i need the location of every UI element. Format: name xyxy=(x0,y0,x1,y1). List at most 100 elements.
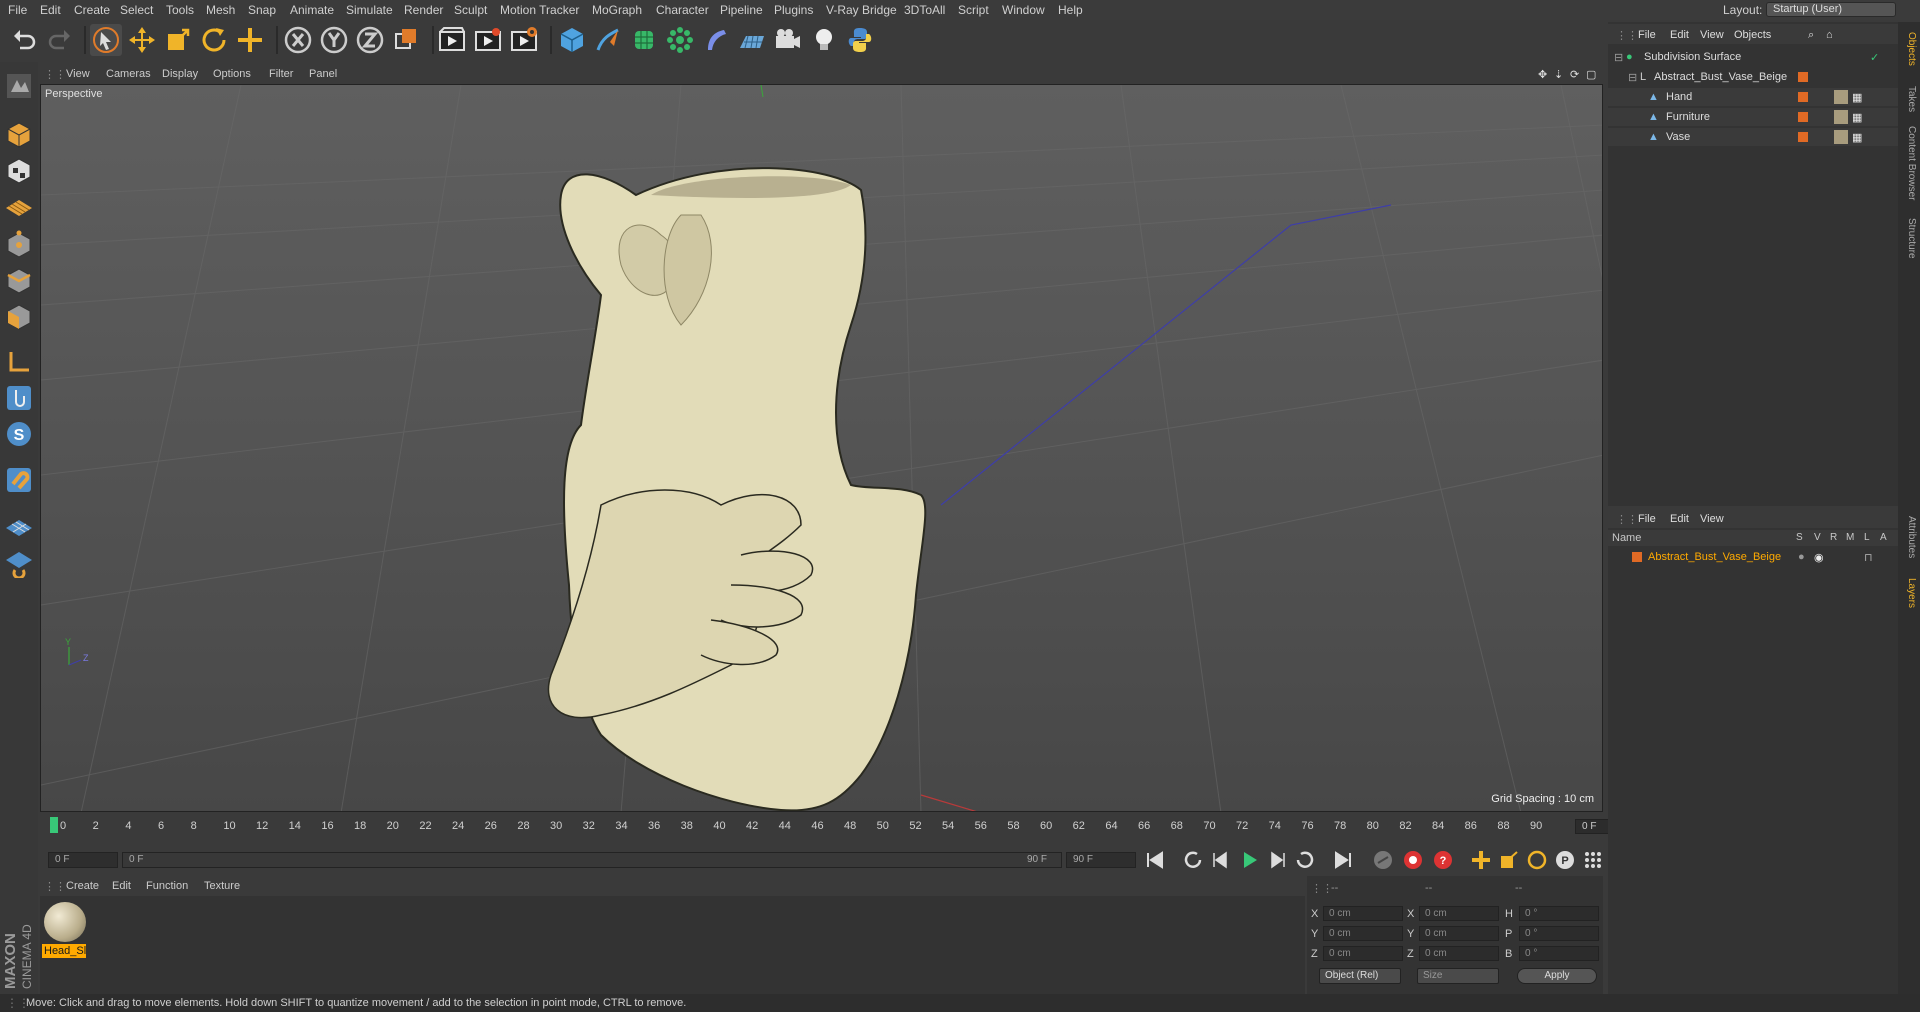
z-axis-icon[interactable] xyxy=(354,24,386,56)
objects-home-icon[interactable]: ⌂ xyxy=(1826,29,1833,41)
next-key-icon[interactable] xyxy=(1292,848,1318,872)
render-picture-viewer-icon[interactable] xyxy=(472,24,504,56)
object-row-subdivision-surface[interactable]: ⊟ ● Subdivision Surface ✓ xyxy=(1608,48,1898,66)
tab-content-browser[interactable]: Content Browser xyxy=(1901,126,1917,200)
menu-mograph[interactable]: MoGraph xyxy=(592,3,642,17)
record-keys-icon[interactable] xyxy=(1370,848,1396,872)
menu-script[interactable]: Script xyxy=(958,3,989,17)
menu-tools[interactable]: Tools xyxy=(166,3,194,17)
camera-icon[interactable] xyxy=(772,24,804,56)
objects-menu-view[interactable]: View xyxy=(1700,29,1724,41)
autokey-icon[interactable] xyxy=(1400,848,1426,872)
texture-tag-icon[interactable]: ▦ xyxy=(1852,91,1862,104)
material-name[interactable]: Head_Sl xyxy=(42,944,86,958)
layer-lock-icon[interactable]: ⊓ xyxy=(1864,551,1873,564)
coord-size-x-field[interactable]: 0 cm xyxy=(1419,906,1499,921)
material-menu-create[interactable]: Create xyxy=(66,880,99,892)
menu-animate[interactable]: Animate xyxy=(290,3,334,17)
menu-character[interactable]: Character xyxy=(656,3,709,17)
layer-color-swatch[interactable] xyxy=(1632,552,1642,562)
coord-pos-x-field[interactable]: 0 cm xyxy=(1323,906,1403,921)
coord-pos-z-field[interactable]: 0 cm xyxy=(1323,946,1403,961)
menu-simulate[interactable]: Simulate xyxy=(346,3,393,17)
solo-mode-icon[interactable]: S xyxy=(3,418,35,450)
objects-menu-edit[interactable]: Edit xyxy=(1670,29,1689,41)
move-plus-icon[interactable] xyxy=(234,24,266,56)
axis-mode-icon[interactable] xyxy=(3,346,35,378)
menu-render[interactable]: Render xyxy=(404,3,443,17)
play-icon[interactable] xyxy=(1236,848,1262,872)
snap-grid-icon[interactable] xyxy=(3,510,35,542)
coord-rot-b-field[interactable]: 0 ° xyxy=(1519,946,1599,961)
layers-col-render[interactable]: R xyxy=(1830,532,1837,543)
menu-motion-tracker[interactable]: Motion Tracker xyxy=(500,3,579,17)
object-name[interactable]: Subdivision Surface xyxy=(1644,51,1741,63)
timeline-ruler[interactable]: 0 2 4 6 8 10 12 14 16 18 20 22 24 26 28 30 32 34 36 38 40 42 4… xyxy=(50,816,1550,842)
python-icon[interactable] xyxy=(844,24,876,56)
polygons-mode-icon[interactable] xyxy=(3,300,35,332)
viewport-pan-icon[interactable]: ✥ xyxy=(1538,68,1547,81)
object-name[interactable]: Hand xyxy=(1666,91,1692,103)
object-row-furniture[interactable]: ▲ Furniture ▦ xyxy=(1608,108,1898,126)
go-to-start-icon[interactable] xyxy=(1142,848,1168,872)
move-icon[interactable] xyxy=(126,24,158,56)
objects-menu-objects[interactable]: Objects xyxy=(1734,29,1771,41)
menu-sculpt[interactable]: Sculpt xyxy=(454,3,487,17)
apply-button[interactable]: Apply xyxy=(1517,968,1597,984)
object-name[interactable]: Abstract_Bust_Vase_Beige xyxy=(1654,71,1787,83)
layer-visible-icon[interactable]: ◉ xyxy=(1814,551,1824,564)
scale-icon[interactable] xyxy=(162,24,194,56)
go-to-end-icon[interactable] xyxy=(1330,848,1356,872)
tab-objects[interactable]: Objects xyxy=(1901,32,1917,66)
coord-size-y-field[interactable]: 0 cm xyxy=(1419,926,1499,941)
viewport-rotate-icon[interactable]: ⟳ xyxy=(1570,68,1579,81)
playhead[interactable] xyxy=(50,817,58,833)
object-name[interactable]: Furniture xyxy=(1666,111,1710,123)
previous-frame-icon[interactable] xyxy=(1208,848,1234,872)
object-row-abstract-bust-vase-beige[interactable]: ⊟ L Abstract_Bust_Vase_Beige xyxy=(1608,68,1898,86)
material-menu-function[interactable]: Function xyxy=(146,880,188,892)
layer-row[interactable]: Abstract_Bust_Vase_Beige ● ◉ ⊓ xyxy=(1608,548,1898,566)
texture-tag-icon[interactable]: ▦ xyxy=(1852,111,1862,124)
keyframe-selection-icon[interactable]: ? xyxy=(1430,848,1456,872)
light-icon[interactable] xyxy=(808,24,840,56)
viewport-menu-options[interactable]: Options xyxy=(213,68,251,80)
material-menu-texture[interactable]: Texture xyxy=(204,880,240,892)
key-position-icon[interactable] xyxy=(1468,848,1494,872)
viewport-menu-panel[interactable]: Panel xyxy=(309,68,337,80)
enabled-check-icon[interactable]: ✓ xyxy=(1870,51,1879,64)
object-row-vase[interactable]: ▲ Vase ▦ xyxy=(1608,128,1898,146)
material-tag-icon[interactable] xyxy=(1834,130,1848,144)
key-parameter-icon[interactable]: P xyxy=(1552,848,1578,872)
coord-rot-p-field[interactable]: 0 ° xyxy=(1519,926,1599,941)
coord-mode-select[interactable]: Object (Rel) xyxy=(1319,968,1401,984)
viewport-dolly-icon[interactable]: ⇣ xyxy=(1554,68,1563,81)
material-tag-icon[interactable] xyxy=(1834,90,1848,104)
workplane-icon[interactable] xyxy=(3,190,35,222)
tab-takes[interactable]: Takes xyxy=(1901,86,1917,112)
layer-color-swatch[interactable] xyxy=(1798,112,1808,122)
tab-layers[interactable]: Layers xyxy=(1901,578,1917,608)
layers-col-animation[interactable]: A xyxy=(1880,532,1887,543)
objects-menu-file[interactable]: File xyxy=(1638,29,1656,41)
pen-icon[interactable] xyxy=(592,24,624,56)
viewport-menu-display[interactable]: Display xyxy=(162,68,198,80)
coordinate-system-icon[interactable] xyxy=(390,24,422,56)
layer-name[interactable]: Abstract_Bust_Vase_Beige xyxy=(1648,551,1781,563)
previous-key-icon[interactable] xyxy=(1180,848,1206,872)
model-mode-icon[interactable] xyxy=(3,118,35,150)
viewport-menu-cameras[interactable]: Cameras xyxy=(106,68,151,80)
layer-solo-icon[interactable]: ● xyxy=(1798,551,1805,563)
menu-pipeline[interactable]: Pipeline xyxy=(720,3,763,17)
tab-structure[interactable]: Structure xyxy=(1901,218,1917,259)
menu-edit[interactable]: Edit xyxy=(40,3,61,17)
layers-menu-file[interactable]: File xyxy=(1638,513,1656,525)
tab-attributes[interactable]: Attributes xyxy=(1901,516,1917,558)
cube-icon[interactable] xyxy=(556,24,588,56)
layer-color-swatch[interactable] xyxy=(1798,72,1808,82)
material-swatch[interactable] xyxy=(44,902,86,942)
key-rotation-icon[interactable] xyxy=(1524,848,1550,872)
tree-expand-icon[interactable]: ⊟ xyxy=(1614,51,1623,64)
deformer-icon[interactable] xyxy=(700,24,732,56)
end-frame-field[interactable]: 90 F xyxy=(1066,852,1136,868)
